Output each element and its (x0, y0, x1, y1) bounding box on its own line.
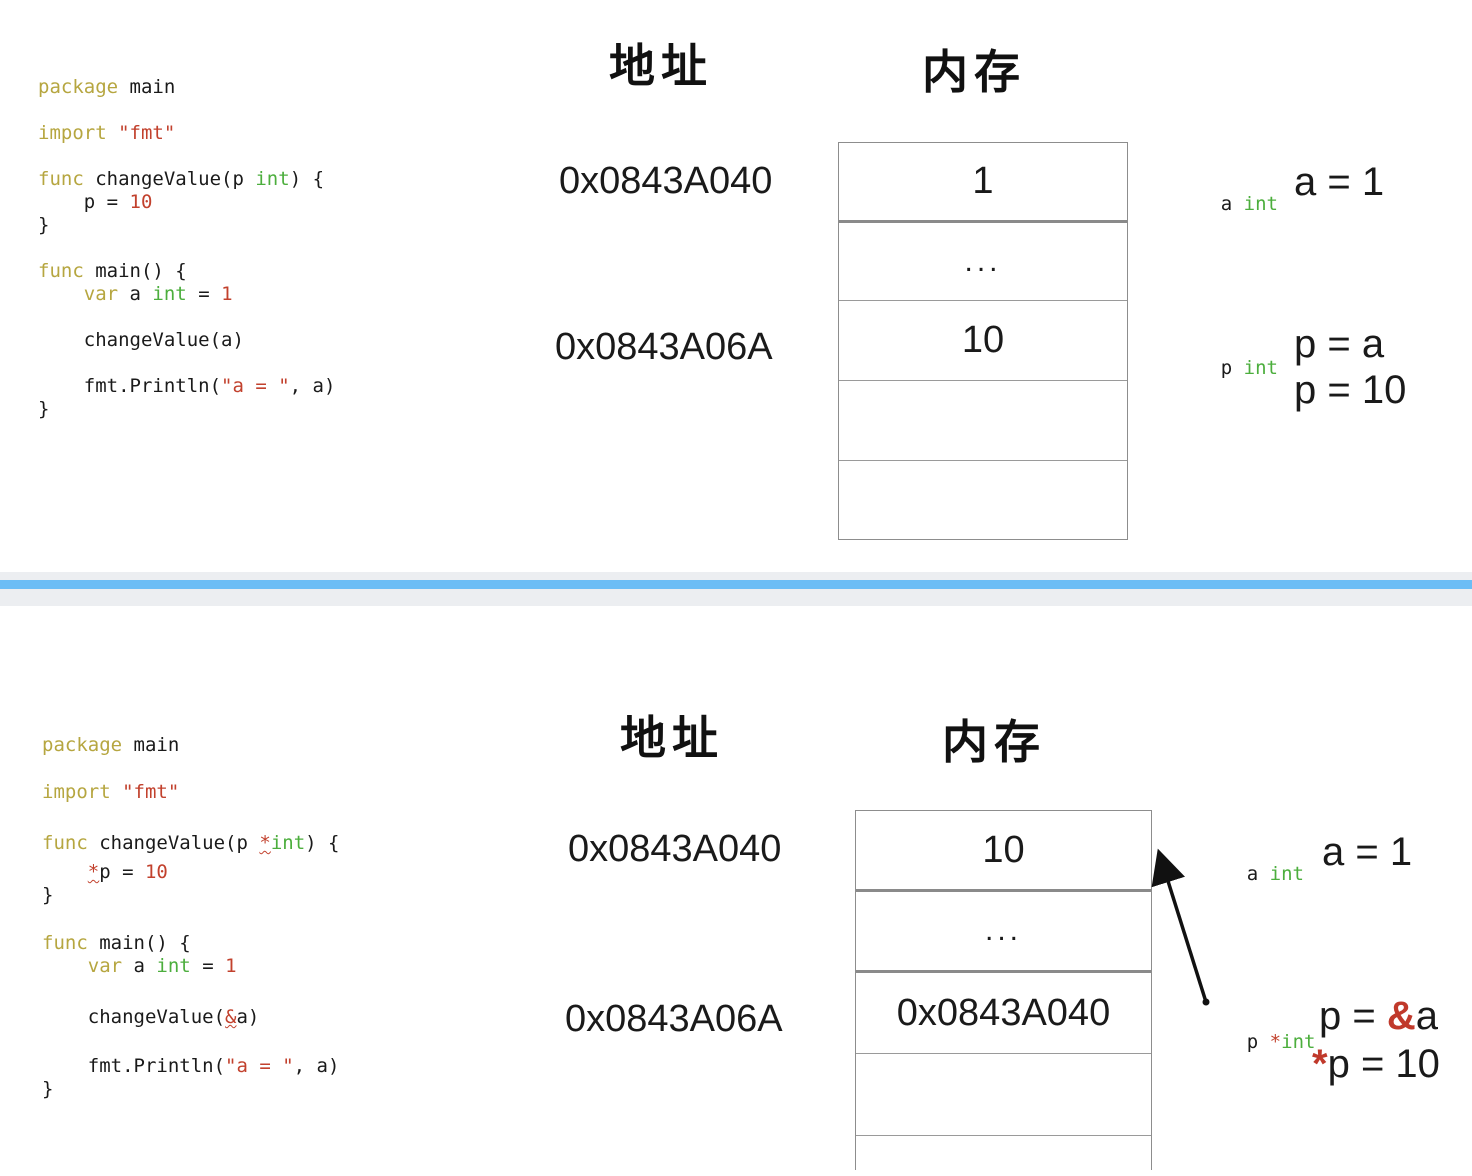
code-line: import "fmt" (38, 122, 175, 144)
code-line: var a int = 1 (38, 283, 233, 305)
code-line: func main() { (38, 260, 187, 282)
code-token: main() { (84, 260, 187, 282)
pointer-arrow-line (1162, 862, 1206, 1002)
code-token: } (38, 398, 49, 420)
code-line: p = 10 (38, 191, 152, 213)
code-token: main (118, 76, 175, 98)
note-deref-assign: *p = 10 (1312, 1042, 1440, 1087)
code-token: "a = " (221, 375, 290, 397)
code-token: var (84, 283, 118, 305)
memory-cell (839, 381, 1127, 461)
note-p-assign: p = a (1294, 322, 1384, 367)
code-token: int (152, 283, 186, 305)
code-token: int (255, 168, 289, 190)
var-type: int (1270, 863, 1304, 885)
code-token: fmt.Println( (38, 375, 221, 397)
pointer-arrow-origin (1203, 999, 1210, 1006)
separator-band (0, 572, 1472, 606)
var-name: p (1247, 1031, 1258, 1053)
code-token: changeValue(a) (38, 329, 244, 351)
code-token: a (118, 283, 152, 305)
panel-value-pass: package main import "fmt" func changeValue… (0, 0, 1472, 572)
address-label: 0x0843A040 (559, 160, 772, 203)
var-name: p (1221, 357, 1232, 379)
note-a-assign: a = 1 (1322, 830, 1412, 875)
code-token: import (38, 122, 107, 144)
memory-cell: 1 (839, 143, 1127, 223)
code-token: = (187, 283, 221, 305)
note-text: a (1416, 994, 1438, 1038)
var-p-label: p *int (1201, 1009, 1315, 1075)
separator-line (0, 580, 1472, 589)
var-name: a (1247, 863, 1258, 885)
memory-column: 1 ... 10 (838, 142, 1128, 540)
code-line: } (38, 214, 49, 236)
dereference-operator: * (1312, 1042, 1328, 1086)
code-token: ) { (290, 168, 324, 190)
code-token: func (38, 168, 84, 190)
var-name: a (1221, 193, 1232, 215)
address-heading: 地址 (609, 30, 713, 96)
var-a-label: a int (1201, 841, 1304, 907)
code-token: changeValue(p (84, 168, 256, 190)
memory-cell: 10 (839, 301, 1127, 381)
code-token: } (38, 214, 49, 236)
code-token: , a) (290, 375, 336, 397)
var-p-label: p int (1175, 335, 1278, 401)
memory-heading: 内存 (922, 36, 1026, 102)
code-line: package main (38, 76, 175, 98)
note-p-assign: p = 10 (1294, 368, 1406, 413)
note-p-assign: p = &a (1319, 994, 1438, 1039)
code-line: fmt.Println("a = ", a) (38, 375, 335, 397)
code-token: func (38, 260, 84, 282)
memory-cell: ... (839, 223, 1127, 301)
code-line: changeValue(a) (38, 329, 244, 351)
note-a-assign: a = 1 (1294, 160, 1384, 205)
note-text: p = (1319, 994, 1387, 1038)
var-type: int (1244, 193, 1278, 215)
code-line: func changeValue(p int) { (38, 168, 324, 190)
code-line: } (38, 398, 49, 420)
memory-cell (839, 461, 1127, 539)
var-type: int (1244, 357, 1278, 379)
code-token (38, 283, 84, 305)
var-type: int (1281, 1031, 1315, 1053)
code-token: package (38, 76, 118, 98)
code-token: 1 (221, 283, 232, 305)
address-label: 0x0843A06A (555, 326, 773, 369)
panel-pointer-pass: package mainimport "fmt"func changeValue… (0, 606, 1472, 1156)
code-token: "fmt" (107, 122, 176, 144)
address-of-operator: & (1387, 994, 1416, 1038)
pointer-star: * (1270, 1031, 1281, 1053)
note-text: p = 10 (1328, 1042, 1440, 1086)
var-a-label: a int (1175, 171, 1278, 237)
code-listing-value: package main import "fmt" func changeValue… (38, 0, 458, 440)
code-token: 10 (130, 191, 153, 213)
code-token: p = (38, 191, 130, 213)
